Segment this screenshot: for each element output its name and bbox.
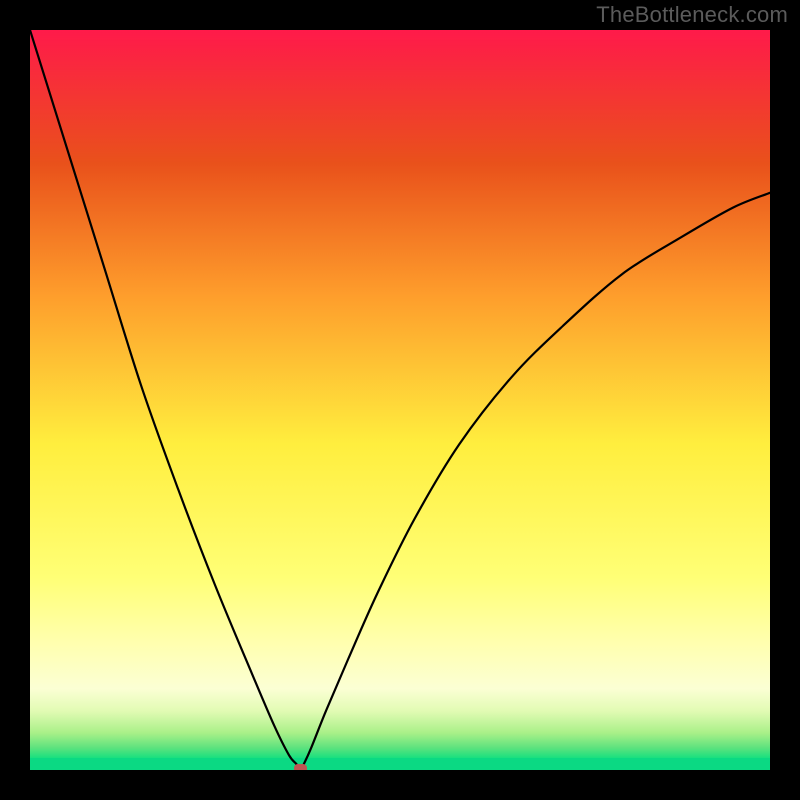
- plot-area: [30, 30, 770, 770]
- curve-path: [30, 30, 770, 770]
- chart-frame: TheBottleneck.com: [0, 0, 800, 800]
- optimum-marker: [294, 764, 307, 770]
- watermark-text: TheBottleneck.com: [596, 2, 788, 28]
- bottleneck-curve: [30, 30, 770, 770]
